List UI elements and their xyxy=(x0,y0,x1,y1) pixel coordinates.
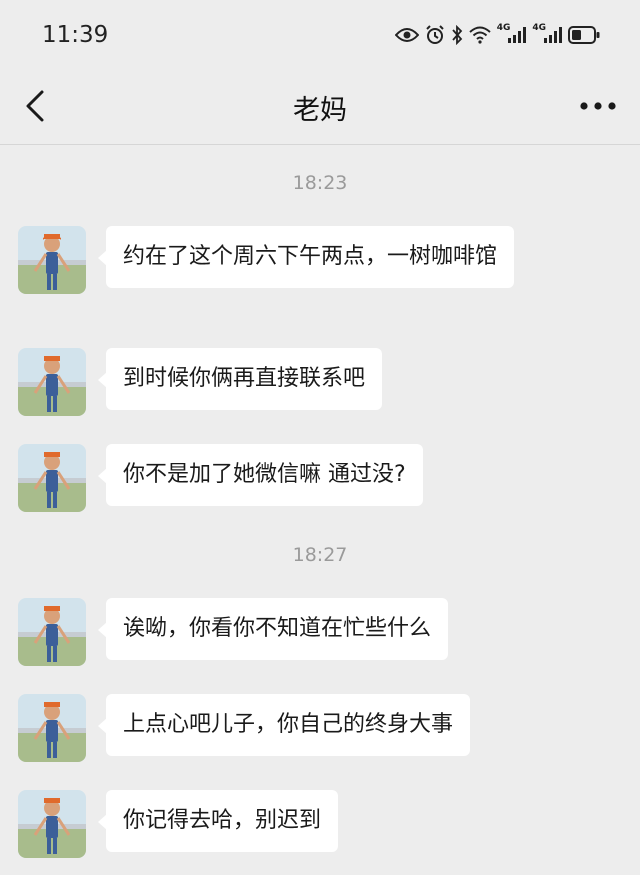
avatar[interactable] xyxy=(18,444,86,512)
avatar[interactable] xyxy=(18,348,86,416)
bluetooth-icon xyxy=(451,25,463,45)
status-icons: 4G 4G xyxy=(394,23,600,46)
avatar-image xyxy=(18,790,86,858)
more-icon xyxy=(580,102,616,110)
message-bubble[interactable]: 上点心吧儿子，你自己的终身大事 xyxy=(97,694,471,756)
signal-icon-sim1: 4G xyxy=(497,23,527,43)
message-row: 你记得去哈，别迟到 xyxy=(18,790,339,858)
more-options-button[interactable] xyxy=(578,96,618,116)
wifi-icon xyxy=(469,26,491,44)
message-row: 上点心吧儿子，你自己的终身大事 xyxy=(18,694,471,762)
avatar[interactable] xyxy=(18,598,86,666)
avatar-image xyxy=(18,694,86,762)
battery-icon xyxy=(568,26,600,44)
message-row: 约在了这个周六下午两点，一树咖啡馆 xyxy=(18,226,515,294)
message-bubble[interactable]: 你记得去哈，别迟到 xyxy=(97,790,339,852)
message-row: 你不是加了她微信嘛 通过没? xyxy=(18,444,423,512)
avatar[interactable] xyxy=(18,790,86,858)
message-bubble[interactable]: 你不是加了她微信嘛 通过没? xyxy=(98,444,423,506)
network-type-label: 4G xyxy=(532,23,546,33)
avatar-image xyxy=(18,444,86,512)
chat-header: 老妈 xyxy=(0,70,640,145)
message-bubble[interactable]: 诶呦，你看你不知道在忙些什么 xyxy=(97,598,449,660)
eye-icon xyxy=(394,27,419,43)
avatar[interactable] xyxy=(18,694,86,762)
avatar-image xyxy=(18,226,86,294)
chat-title: 老妈 xyxy=(293,95,347,126)
signal-icon-sim2: 4G xyxy=(532,23,562,43)
chat-timestamp: 18:23 xyxy=(292,172,348,194)
chat-message-list[interactable]: 18:23 约在了这个周六下午两点，一树咖啡馆 到时候你俩再直接联系吧 你不是加… xyxy=(0,145,640,875)
message-bubble[interactable]: 约在了这个周六下午两点，一树咖啡馆 xyxy=(97,226,515,288)
message-row: 诶呦，你看你不知道在忙些什么 xyxy=(18,598,449,666)
chat-timestamp: 18:27 xyxy=(292,544,348,566)
avatar-image xyxy=(18,348,86,416)
avatar-image xyxy=(18,598,86,666)
avatar[interactable] xyxy=(18,226,86,294)
message-row: 到时候你俩再直接联系吧 xyxy=(18,348,383,416)
status-time: 11:39 xyxy=(42,22,109,48)
message-bubble[interactable]: 到时候你俩再直接联系吧 xyxy=(97,348,383,410)
alarm-icon xyxy=(425,25,445,45)
network-type-label: 4G xyxy=(496,23,511,33)
status-bar: 11:39 4G 4G xyxy=(0,0,640,70)
